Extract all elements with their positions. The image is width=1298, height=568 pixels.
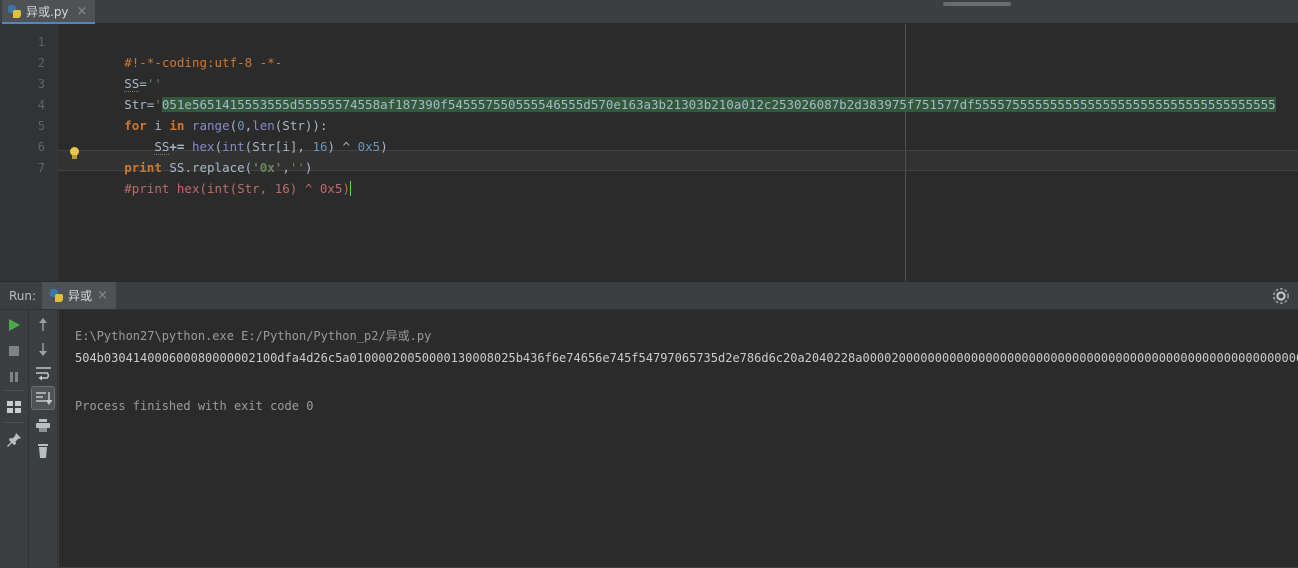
editor-tab-yihuo[interactable]: 异或.py × [2, 0, 96, 24]
code-line-5: SS+= hex(int(Str[i], 16) ^ 0x5) [64, 115, 388, 155]
code-line-4: for i in range(0,len(Str)): [64, 94, 327, 133]
editor-horizontal-scrollbar-top[interactable] [943, 2, 1011, 6]
line-number: 3 [37, 77, 45, 91]
toolbar-separator [5, 422, 24, 423]
console-status-line: Process finished with exit code 0 [75, 399, 314, 413]
code-token-number: 0x5 [357, 139, 381, 154]
code-line-3: Str='051e5651415553555d55555574558af1873… [64, 73, 1276, 112]
code-editor[interactable]: 1 2 3 4 5 6 7 #!-*-coding:utf-8 -*- SS='… [0, 24, 1298, 281]
code-content[interactable]: #!-*-coding:utf-8 -*- SS='' Str='051e565… [58, 24, 1298, 281]
pin-tab-button[interactable] [3, 429, 25, 451]
print-button[interactable] [32, 414, 54, 436]
code-token-number: 16 [312, 139, 328, 154]
line-number: 2 [37, 56, 45, 70]
down-the-stack-button[interactable] [32, 338, 54, 360]
console-output-hex-b: 0000000000000000000000000000000000000000… [927, 351, 1298, 365]
run-header: Run: 异或 × [0, 282, 1298, 310]
run-tool-window: Run: 异或 × E:\Python27\python.exe E:/Pyth… [0, 281, 1298, 568]
intention-bulb-icon[interactable] [68, 147, 81, 162]
run-tab-label: 异或 [68, 289, 93, 303]
run-toolbar-secondary [30, 310, 58, 568]
console-command-line: E:\Python27\python.exe E:/Python/Python_… [75, 329, 432, 343]
close-icon[interactable]: × [97, 289, 108, 302]
toggle-tasks-button[interactable] [3, 396, 25, 418]
clear-all-button[interactable] [32, 440, 54, 462]
close-icon[interactable]: × [77, 5, 88, 18]
code-token-comment: #print hex(int(Str, 16) ^ 0x5) [124, 181, 350, 196]
gear-icon[interactable] [1272, 287, 1290, 305]
toolbar-separator [5, 390, 24, 391]
code-token-hex-literal-b: 55d570e163a3b21303b210a012c253026087b2d3… [568, 97, 1276, 112]
run-console[interactable]: E:\Python27\python.exe E:/Python/Python_… [59, 310, 1298, 567]
pause-button[interactable] [3, 366, 25, 388]
code-token-paren: ) [327, 139, 336, 154]
run-toolbar-left [0, 310, 29, 568]
run-title: Run: [9, 289, 37, 303]
code-line-2: SS='' [64, 52, 162, 92]
code-line-6: print SS.replace('0x','') [64, 136, 312, 175]
code-line-1: #!-*-coding:utf-8 -*- [64, 31, 282, 70]
line-number: 4 [37, 98, 45, 112]
line-number: 6 [37, 140, 45, 154]
pycharm-window: 异或.py × 1 2 3 4 5 6 7 #!-*-coding:utf-8 … [0, 0, 1298, 568]
code-line-7: #print hex(int(Str, 16) ^ 0x5) [64, 157, 351, 196]
line-number: 1 [37, 35, 45, 49]
text-caret [350, 181, 351, 196]
code-token-xor: ^ [335, 139, 358, 154]
stop-button[interactable] [3, 340, 25, 362]
python-run-icon [50, 289, 63, 302]
editor-tab-label: 异或.py [26, 4, 69, 19]
soft-wrap-button[interactable] [32, 362, 54, 384]
up-the-stack-button[interactable] [32, 314, 54, 336]
line-number: 5 [37, 119, 45, 133]
run-tab-yihuo[interactable]: 异或 × [42, 282, 116, 309]
rerun-button[interactable] [3, 314, 25, 336]
python-file-icon [8, 4, 21, 18]
editor-tabbar: 异或.py × [0, 0, 1298, 24]
code-token-paren: ) [380, 139, 388, 154]
console-output-hex-a: 504b030414000600080000002100dfa4d26c5a01… [75, 351, 928, 365]
line-number: 7 [37, 161, 45, 175]
scroll-to-end-button[interactable] [31, 386, 55, 410]
editor-gutter[interactable]: 1 2 3 4 5 6 7 [0, 24, 58, 281]
console-output-hex: 504b030414000600080000002100dfa4d26c5a01… [75, 350, 1298, 366]
